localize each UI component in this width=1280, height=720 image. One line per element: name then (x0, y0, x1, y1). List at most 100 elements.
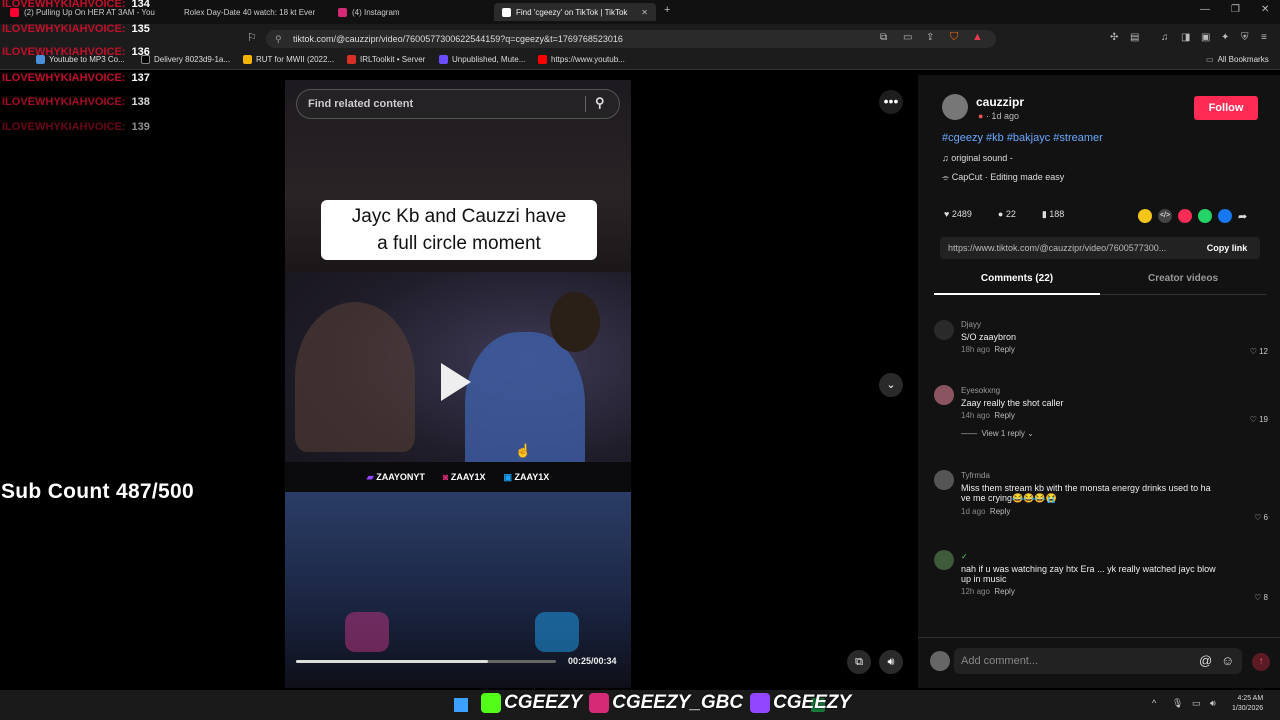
instagram-icon (589, 693, 610, 713)
screen-icon[interactable]: ▭ (903, 32, 912, 43)
avatar[interactable] (942, 94, 968, 120)
video-player[interactable]: Jayc Kb and Cauzzi have a full circle mo… (285, 80, 631, 688)
puzzle-icon[interactable]: ✣ (1110, 32, 1118, 43)
snapchat-icon[interactable] (1138, 209, 1152, 223)
overlay-number: 135 (131, 23, 150, 35)
capcut-row[interactable]: ⌯ CapCut · Editing made easy (942, 172, 1064, 183)
overlay-row: ILOVEWHYKIAHVOICE: 139 (2, 121, 150, 133)
tray-chevron-icon[interactable]: ^ (1152, 698, 1156, 708)
avatar[interactable] (934, 320, 954, 340)
sub-count: Sub Count 487/500 (1, 480, 194, 503)
brave-shield-icon[interactable]: ⛉ (950, 31, 958, 44)
bookmark-icon[interactable]: ⚐ (247, 31, 257, 44)
sidebar-icon[interactable]: ▤ (1130, 32, 1139, 43)
follow-button[interactable]: Follow (1194, 96, 1258, 120)
mic-icon[interactable]: 🎙︎ (1172, 698, 1183, 709)
handle: ▰ ZAAYONYT (367, 472, 425, 483)
browser-tab-3[interactable]: (4) Instagram (330, 3, 490, 21)
overlay-number: 137 (131, 72, 150, 84)
comment-user[interactable]: Djayy (961, 320, 1016, 329)
send-icon[interactable] (1178, 209, 1192, 223)
bookmark-2[interactable]: Delivery 8023d9-1a... (141, 55, 230, 64)
search-icon[interactable]: ⚲ (595, 95, 605, 111)
video-progress-bar[interactable] (296, 660, 556, 663)
share-icon[interactable]: ⇪ (926, 32, 934, 43)
play-button[interactable] (441, 363, 471, 401)
embed-icon[interactable]: </> (1158, 209, 1172, 223)
reply-link[interactable]: Reply (994, 411, 1014, 420)
sound-row[interactable]: ♫ original sound - (942, 153, 1013, 163)
comment-like[interactable]: ♡ 8 (1254, 593, 1268, 602)
network-icon[interactable]: ▭ (1192, 698, 1201, 709)
clock[interactable]: 4:25 AM 1/30/2026 (1232, 694, 1263, 714)
pip-icon[interactable]: ⧉ (847, 650, 871, 674)
brave-rewards-icon[interactable]: ▲ (972, 31, 983, 43)
handle-text: ZAAYONYT (376, 471, 425, 482)
comment-input[interactable]: Add comment... @ ☺ (954, 648, 1242, 674)
ai-icon[interactable]: ✦ (1221, 32, 1229, 43)
windows-start-icon[interactable] (454, 698, 468, 712)
bookmark-3[interactable]: RUT for MWII (2022... (243, 55, 334, 64)
music-icon[interactable]: ♫ (1161, 32, 1169, 43)
comment-time: 18h ago (961, 345, 990, 354)
site-settings-icon[interactable]: ⚲ (275, 34, 282, 45)
facebook-icon[interactable] (1218, 209, 1232, 223)
wallet-icon[interactable]: ▣ (1201, 32, 1210, 43)
menu-icon[interactable]: ≡ (1261, 32, 1267, 43)
reply-link[interactable]: Reply (994, 345, 1014, 354)
save-stat[interactable]: ▮ 188 (1042, 209, 1064, 220)
more-options-icon[interactable]: ••• (879, 90, 903, 114)
tab-creator-videos[interactable]: Creator videos (1100, 273, 1266, 295)
mention-icon[interactable]: @ (1199, 648, 1212, 674)
volume-icon[interactable]: 🔊︎ (879, 650, 903, 674)
extension-icon[interactable]: ⧉ (880, 32, 887, 43)
post-username[interactable]: cauzzipr (976, 95, 1024, 109)
comment-user[interactable]: Eyesokxng (961, 386, 1064, 395)
copy-link-button[interactable]: Copy link (1194, 237, 1260, 259)
comment-like[interactable]: ♡ 12 (1250, 347, 1268, 356)
tab-comments[interactable]: Comments (22) (934, 273, 1100, 295)
new-tab-icon[interactable]: + (664, 4, 670, 16)
chevron-down-icon[interactable]: ⌄ (879, 373, 903, 397)
post-panel: cauzzipr ● · 1d ago Follow #cgeezy #kb #… (918, 75, 1280, 688)
send-comment-button[interactable]: ↑ (1252, 653, 1270, 671)
avatar[interactable] (934, 550, 954, 570)
twitch-icon: ▰ (366, 471, 377, 482)
share-arrow-icon[interactable]: ➦ (1238, 210, 1247, 223)
bookmark-6[interactable]: https://www.youtub... (538, 55, 625, 64)
vpn-icon[interactable]: ⛨ (1241, 32, 1249, 43)
panel-icon[interactable]: ◨ (1181, 32, 1190, 43)
browser-tab-active[interactable]: Find 'cgeezy' on TikTok | TikTok ✕ (494, 3, 656, 21)
avatar[interactable] (934, 385, 954, 405)
bookmark-label: Unpublished, Mute... (452, 55, 526, 64)
comment-stat[interactable]: ● 22 (998, 209, 1016, 220)
capcut-label: CapCut · Editing made easy (951, 172, 1065, 182)
avatar[interactable] (934, 470, 954, 490)
maximize-icon[interactable]: ❐ (1231, 4, 1240, 15)
twitter-icon (535, 612, 579, 652)
view-replies[interactable]: —— View 1 reply ⌄ (961, 429, 1064, 438)
all-bookmarks[interactable]: ▭ All Bookmarks (1206, 55, 1269, 64)
instagram-icon: ◙ (442, 472, 451, 482)
bookmark-4[interactable]: IRLToolkit • Server (347, 55, 425, 64)
whatsapp-icon[interactable] (1198, 209, 1212, 223)
browser-tab-2[interactable]: Rolex Day-Date 40 watch: 18 kt Ever (176, 3, 328, 21)
view-replies-label: View 1 reply (981, 429, 1025, 438)
comment-like[interactable]: ♡ 19 (1250, 415, 1268, 424)
like-stat[interactable]: ♥ 2489 (944, 209, 972, 220)
reply-link[interactable]: Reply (990, 507, 1010, 516)
emoji-icon[interactable]: ☺ (1221, 648, 1234, 674)
minimize-icon[interactable]: — (1200, 4, 1210, 15)
search-input[interactable]: Find related content ⚲ (296, 89, 620, 119)
reply-link[interactable]: Reply (994, 587, 1014, 596)
comment-like[interactable]: ♡ 6 (1254, 513, 1268, 522)
comment-user[interactable]: Tyfrmda (961, 471, 1211, 480)
handle-text: ZAAY1X (514, 471, 550, 482)
post-link-field[interactable]: https://www.tiktok.com/@cauzzipr/video/7… (940, 237, 1194, 259)
bookmark-5[interactable]: Unpublished, Mute... (439, 55, 525, 64)
close-window-icon[interactable]: ✕ (1261, 4, 1269, 15)
overlay-name: ILOVEWHYKIAHVOICE: (2, 121, 126, 133)
speaker-icon[interactable]: 🔊︎ (1210, 698, 1216, 709)
hashtags[interactable]: #cgeezy #kb #bakjayc #streamer (942, 132, 1103, 144)
close-tab-icon[interactable]: ✕ (641, 8, 648, 17)
